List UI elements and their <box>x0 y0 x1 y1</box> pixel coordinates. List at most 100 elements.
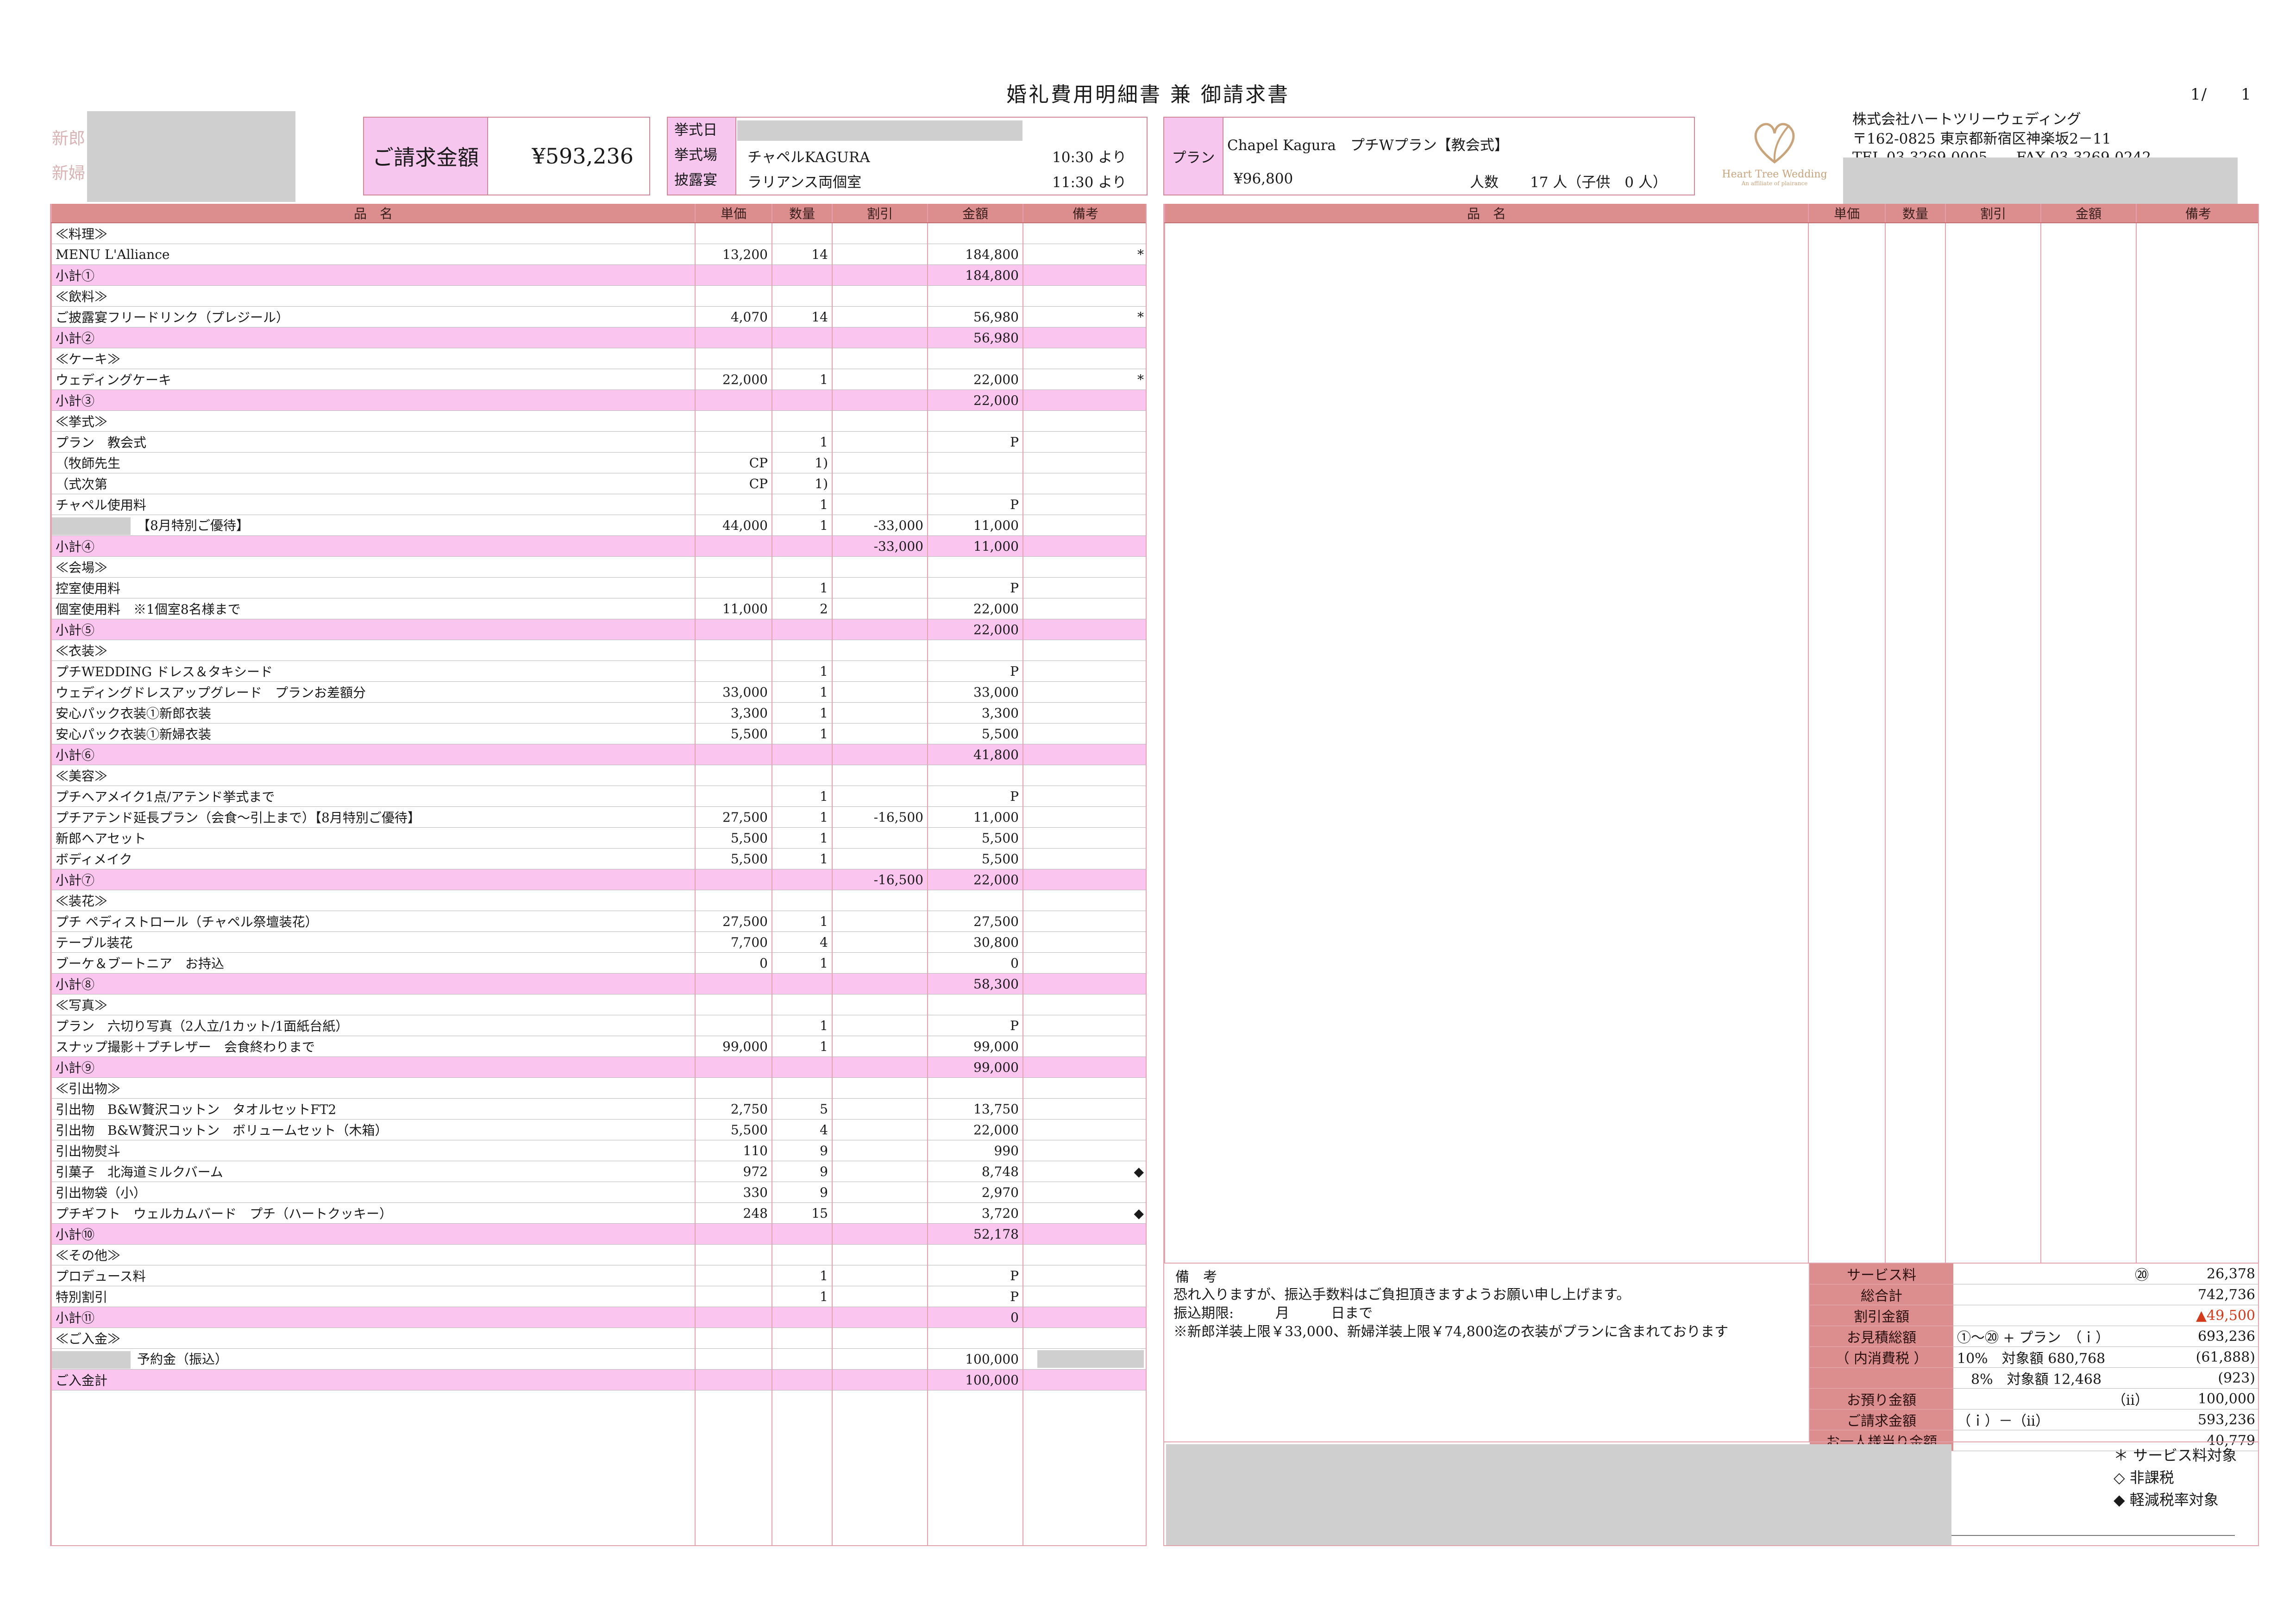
items-table-left: 品 名 単価 数量 割引 金額 備考 ≪料理≫ MENU L'Alliance 13… <box>50 204 1147 1546</box>
note-cell <box>1023 848 1146 869</box>
unit-price-cell: 22,000 <box>695 369 772 390</box>
quantity-cell <box>772 1057 833 1078</box>
discount-cell <box>832 744 928 765</box>
note-cell: ◆ <box>1023 1161 1146 1182</box>
note-cell <box>1023 744 1146 765</box>
item-name-cell: ≪飲料≫ <box>51 285 696 307</box>
table-row: プチギフト ウェルカムバード プチ（ハートクッキー） 248 15 3,720 ◆ <box>51 1202 1146 1224</box>
summary-label <box>1810 1367 1953 1389</box>
unit-price-cell <box>695 869 772 890</box>
summary-label: お見積総額 <box>1810 1326 1953 1347</box>
item-name-cell: ウェディングドレスアップグレード プランお差額分 <box>51 681 696 703</box>
plan-label: プラン <box>1164 118 1223 195</box>
quantity-cell: 1 <box>772 515 833 536</box>
discount-cell <box>832 306 928 327</box>
note-cell <box>1023 1182 1146 1203</box>
subtotal-row: 小計② 56,980 <box>51 327 1146 348</box>
note-cell <box>1023 1036 1146 1057</box>
item-name-cell: 小計② <box>51 327 696 348</box>
filler-row <box>51 1390 1146 1545</box>
note-cell: * <box>1023 306 1146 327</box>
note-cell <box>1023 1057 1146 1078</box>
discount-cell <box>832 1369 928 1390</box>
amount-cell: P <box>927 494 1023 515</box>
remarks-line-1: 恐れ入りますが、振込手数料はご負担頂きますようお願い申し上げます。 <box>1173 1287 1631 1303</box>
amount-cell: P <box>927 577 1023 598</box>
quantity-cell <box>772 327 833 348</box>
item-name-cell: ブーケ＆ブートニア お持込 <box>51 952 696 974</box>
amount-cell: 52,178 <box>927 1223 1023 1245</box>
redacted-block <box>1037 1350 1144 1368</box>
table-row: ≪飲料≫ <box>51 285 1146 307</box>
table-row: ≪美容≫ <box>51 765 1146 786</box>
quantity-cell: 1 <box>772 661 833 682</box>
amount-cell: 100,000 <box>927 1369 1023 1390</box>
note-cell <box>1023 223 1146 244</box>
amount-cell <box>927 890 1023 911</box>
unit-price-cell: 330 <box>695 1182 772 1203</box>
unit-price-cell: 13,200 <box>695 244 772 265</box>
note-cell <box>1023 285 1146 307</box>
item-name-cell: ≪美容≫ <box>51 765 696 786</box>
item-name-cell: ≪引出物≫ <box>51 1077 696 1099</box>
invoice-amount-label: ご請求金額 <box>364 118 488 195</box>
note-cell <box>1023 869 1146 890</box>
company-name: 株式会社ハートツリーウェディング <box>1852 111 2081 128</box>
amount-cell: 5,500 <box>927 827 1023 849</box>
discount-cell <box>832 494 928 515</box>
summary-label: 割引金額 <box>1810 1305 1953 1326</box>
legend-service: ＊ サービス料対象 <box>2114 1447 2237 1464</box>
unit-price-cell <box>695 1286 772 1307</box>
unit-price-cell <box>695 619 772 640</box>
legend-reduced: ◆ 軽減税率対象 <box>2114 1491 2219 1509</box>
summary-mid: （ⅱ） <box>1953 1388 2152 1409</box>
amount-cell <box>927 1244 1023 1265</box>
item-name-cell: ウェディングケーキ <box>51 369 696 390</box>
discount-cell <box>832 264 928 286</box>
quantity-cell: 9 <box>772 1161 833 1182</box>
col-header-amount: 金額 <box>927 204 1023 223</box>
item-name-cell: 小計⑩ <box>51 1223 696 1245</box>
discount-cell <box>832 369 928 390</box>
summary-label: サービス料 <box>1810 1264 1953 1284</box>
company-info-redacted <box>1843 157 2238 204</box>
unit-price-cell <box>695 285 772 307</box>
summary-label: （ 内消費税 ） <box>1810 1346 1953 1368</box>
quantity-cell <box>772 410 833 432</box>
amount-cell: 22,000 <box>927 598 1023 619</box>
col-header-note-right: 備考 <box>2136 204 2258 223</box>
amount-cell: P <box>927 1265 1023 1286</box>
quantity-cell <box>772 348 833 369</box>
item-name-cell: 小計⑦ <box>51 869 696 890</box>
plan-box: プラン Chapel Kagura プチWプラン【教会式】 ¥96,800 人数… <box>1163 117 1695 195</box>
ceremony-date-redacted <box>737 120 1023 141</box>
legend-nontax: ◇ 非課税 <box>2114 1469 2174 1486</box>
table-row: 引出物袋（小） 330 9 2,970 <box>51 1182 1146 1203</box>
unit-price-cell <box>695 661 772 682</box>
quantity-cell: 4 <box>772 1119 833 1140</box>
note-cell <box>1023 494 1146 515</box>
quantity-cell <box>772 1327 833 1349</box>
summary-label: ご請求金額 <box>1810 1409 1953 1430</box>
amount-cell: 56,980 <box>927 327 1023 348</box>
discount-cell <box>832 473 928 494</box>
quantity-cell <box>772 619 833 640</box>
summary-value: 742,736 <box>2152 1284 2259 1305</box>
unit-price-cell <box>695 994 772 1015</box>
amount-cell: 990 <box>927 1140 1023 1161</box>
table-row: 個室使用料 ※1個室8名様まで 11,000 2 22,000 <box>51 598 1146 619</box>
discount-cell <box>832 702 928 723</box>
discount-cell <box>832 661 928 682</box>
note-cell <box>1023 1286 1146 1307</box>
summary-mid: 10% 対象額 680,768 <box>1953 1346 2152 1368</box>
quantity-cell <box>772 890 833 911</box>
item-name-cell: 控室使用料 <box>51 577 696 598</box>
discount-cell: -33,000 <box>832 535 928 557</box>
note-cell <box>1023 327 1146 348</box>
table-row: プチヘアメイク1点/アテンド挙式まで 1 P <box>51 786 1146 807</box>
unit-price-cell: 7,700 <box>695 931 772 953</box>
col-header-name: 品 名 <box>51 204 696 223</box>
remarks-box: 備 考 恐れ入りますが、振込手数料はご負担頂きますようお願い申し上げます。 振込… <box>1163 1263 1810 1442</box>
table-row: プラン 教会式 1 P <box>51 431 1146 453</box>
unit-price-cell: 2,750 <box>695 1098 772 1120</box>
